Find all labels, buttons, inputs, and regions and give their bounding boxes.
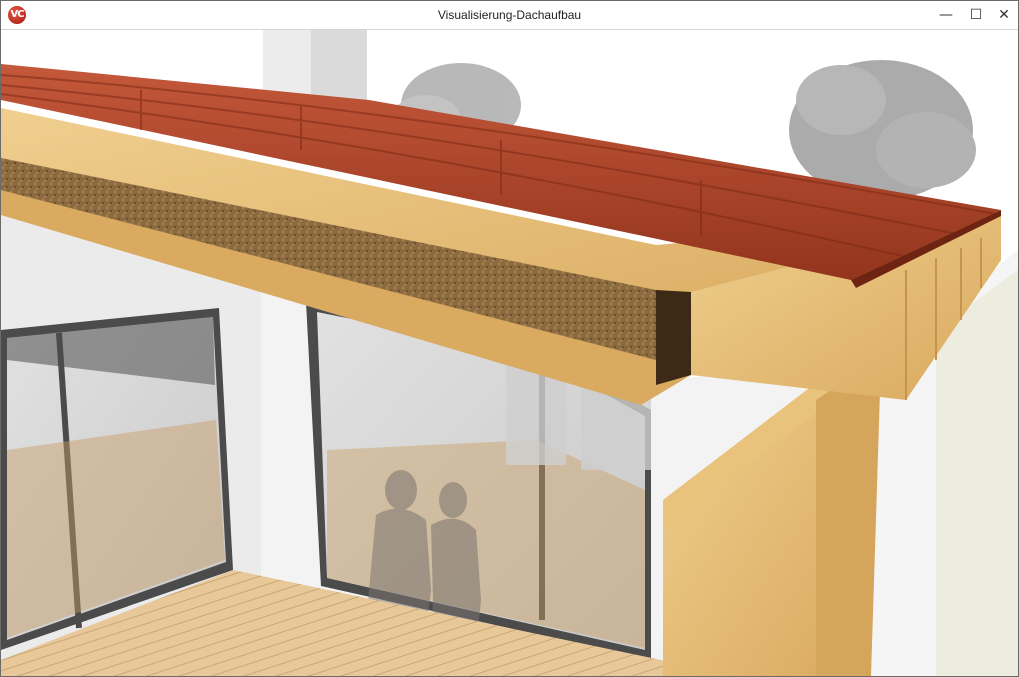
- 3d-viewport[interactable]: [1, 30, 1018, 676]
- app-window: VC Visualisierung-Dachaufbau — ☐ ✕: [0, 0, 1019, 677]
- maximize-button[interactable]: ☐: [961, 1, 991, 29]
- close-button[interactable]: ✕: [989, 1, 1019, 29]
- title-bar[interactable]: VC Visualisierung-Dachaufbau — ☐ ✕: [1, 1, 1018, 30]
- roof-rafter-end: [656, 290, 691, 385]
- roof-visualization-canvas[interactable]: [1, 30, 1018, 676]
- window-title: Visualisierung-Dachaufbau: [437, 8, 582, 22]
- minimize-button[interactable]: —: [931, 1, 961, 29]
